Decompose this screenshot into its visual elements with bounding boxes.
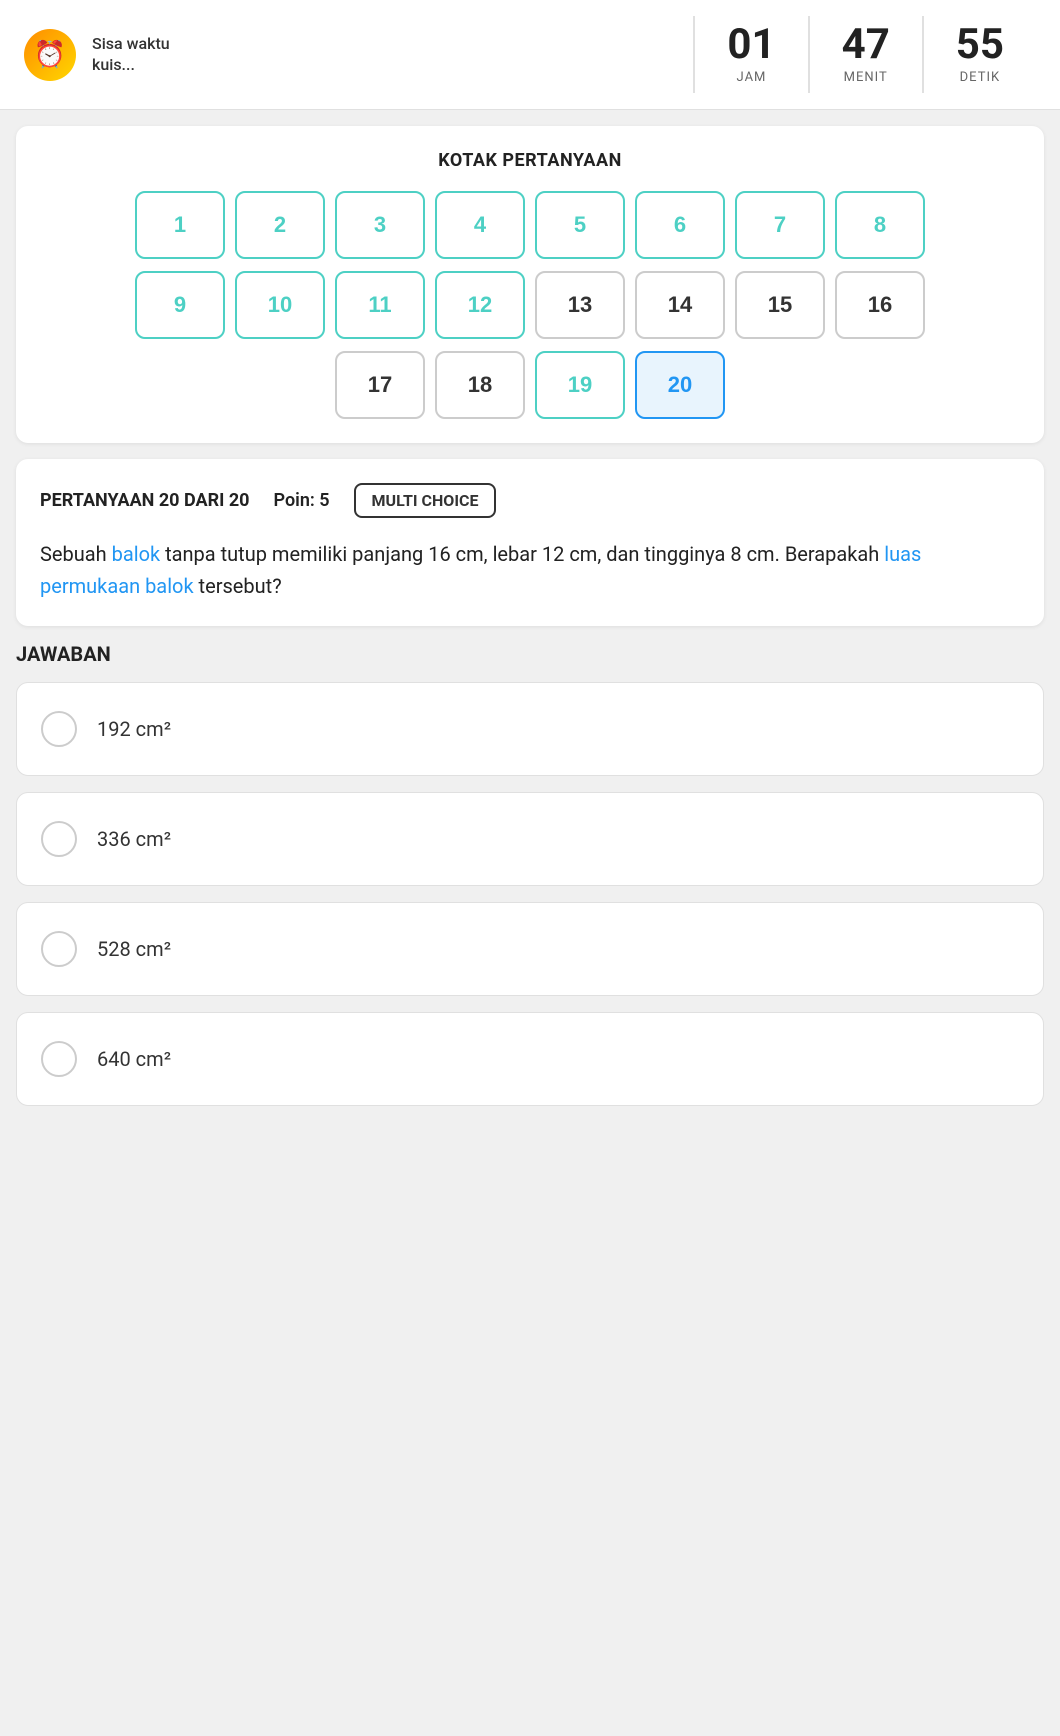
question-text-part3: tersebut? [194,574,282,598]
timer-label: Sisa waktukuis... [92,34,170,76]
question-btn-14[interactable]: 14 [635,271,725,339]
question-btn-19[interactable]: 19 [535,351,625,419]
question-btn-18[interactable]: 18 [435,351,525,419]
answer-section: JAWABAN 192 cm² 336 cm² 528 cm² 640 cm² [16,642,1044,1106]
question-text: Sebuah balok tanpa tutup memiliki panjan… [40,538,1020,602]
question-btn-13[interactable]: 13 [535,271,625,339]
radio-b[interactable] [41,821,77,857]
answer-option-b[interactable]: 336 cm² [16,792,1044,886]
question-btn-3[interactable]: 3 [335,191,425,259]
timer-seconds-label: DETIK [960,70,1001,85]
answer-text-c: 528 cm² [97,937,171,961]
question-highlight1: balok [112,542,161,566]
question-btn-12[interactable]: 12 [435,271,525,339]
question-header: PERTANYAAN 20 DARI 20 Poin: 5 MULTI CHOI… [40,483,1020,518]
question-detail-section: PERTANYAAN 20 DARI 20 Poin: 5 MULTI CHOI… [16,459,1044,626]
question-btn-8[interactable]: 8 [835,191,925,259]
question-btn-7[interactable]: 7 [735,191,825,259]
question-grid: 1 2 3 4 5 6 7 8 9 10 11 12 13 14 15 16 1… [40,191,1020,419]
timer-hours-label: JAM [737,70,767,85]
timer-minutes: 47 [842,24,890,66]
points-label: Poin: 5 [274,490,330,511]
answer-title: JAWABAN [16,642,1044,666]
question-btn-4[interactable]: 4 [435,191,525,259]
question-number-label: PERTANYAAN 20 DARI 20 [40,490,250,511]
timer-hours-block: 01 JAM [693,16,807,93]
question-btn-20[interactable]: 20 [635,351,725,419]
answer-text-d: 640 cm² [97,1047,171,1071]
question-btn-2[interactable]: 2 [235,191,325,259]
question-btn-17[interactable]: 17 [335,351,425,419]
question-btn-5[interactable]: 5 [535,191,625,259]
answer-option-a[interactable]: 192 cm² [16,682,1044,776]
question-btn-15[interactable]: 15 [735,271,825,339]
timer-seconds-block: 55 DETIK [922,16,1036,93]
type-badge: MULTI CHOICE [354,483,497,518]
question-btn-10[interactable]: 10 [235,271,325,339]
timer-minutes-block: 47 MENIT [808,16,922,93]
question-row-1: 1 2 3 4 5 6 7 8 [135,191,925,259]
radio-a[interactable] [41,711,77,747]
question-row-3: 17 18 19 20 [335,351,725,419]
question-row-2: 9 10 11 12 13 14 15 16 [135,271,925,339]
radio-c[interactable] [41,931,77,967]
timer-seconds: 55 [956,24,1004,66]
question-text-part2: tanpa tutup memiliki panjang 16 cm, leba… [160,542,884,566]
timer-minutes-label: MENIT [844,70,888,85]
question-btn-9[interactable]: 9 [135,271,225,339]
answer-option-d[interactable]: 640 cm² [16,1012,1044,1106]
timer-icon: ⏰ [24,29,76,81]
question-btn-11[interactable]: 11 [335,271,425,339]
answer-option-c[interactable]: 528 cm² [16,902,1044,996]
question-btn-6[interactable]: 6 [635,191,725,259]
radio-d[interactable] [41,1041,77,1077]
answer-text-a: 192 cm² [97,717,171,741]
question-box-section: KOTAK PERTANYAAN 1 2 3 4 5 6 7 8 9 10 11… [16,126,1044,443]
question-text-part1: Sebuah [40,542,112,566]
timer-display: 01 JAM 47 MENIT 55 DETIK [693,16,1036,93]
question-btn-16[interactable]: 16 [835,271,925,339]
timer-section: ⏰ Sisa waktukuis... 01 JAM 47 MENIT 55 D… [0,0,1060,110]
question-box-title: KOTAK PERTANYAAN [40,150,1020,171]
question-btn-1[interactable]: 1 [135,191,225,259]
answer-text-b: 336 cm² [97,827,171,851]
timer-hours: 01 [727,24,775,66]
